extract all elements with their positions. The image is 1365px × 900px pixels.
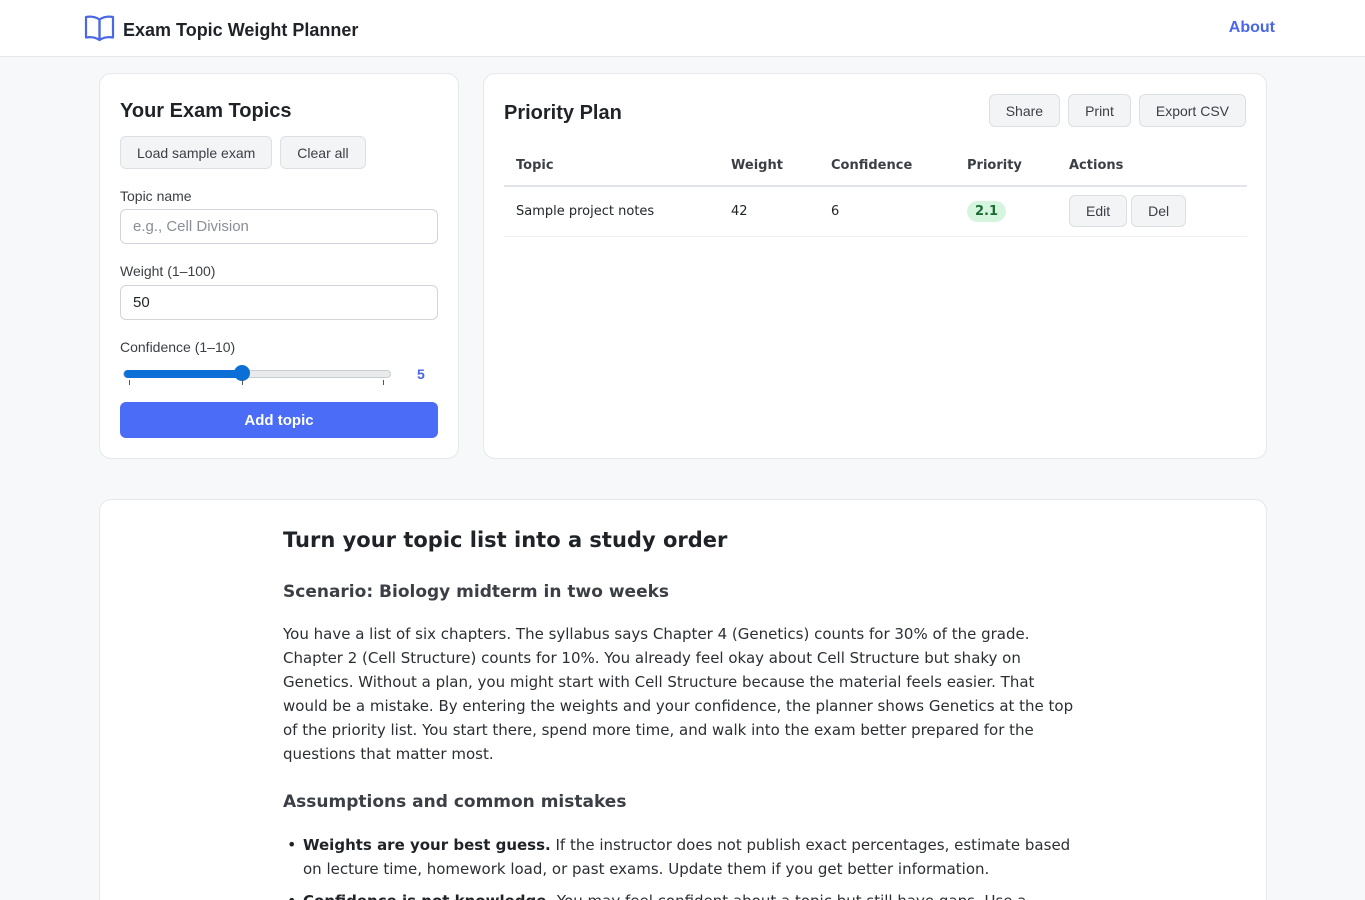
row-confidence: 6 <box>819 186 955 237</box>
slider-fill <box>124 370 244 378</box>
share-button[interactable]: Share <box>988 94 1061 127</box>
add-topic-button[interactable]: Add topic <box>120 402 438 438</box>
topics-actions: Load sample exam Clear all <box>120 136 366 169</box>
slider-tick <box>242 380 243 385</box>
guide-section: Turn your topic list into a study order … <box>99 499 1267 900</box>
table-row: Sample project notes 42 6 2.1 Edit Del <box>504 186 1247 237</box>
topic-name-label: Topic name <box>120 188 192 204</box>
assumptions-list: Weights are your best guess. If the inst… <box>283 833 1083 900</box>
row-topic: Sample project notes <box>504 186 719 237</box>
exam-topics-title: Your Exam Topics <box>120 100 292 122</box>
guide-article: Turn your topic list into a study order … <box>283 528 1083 900</box>
scenario-heading: Scenario: Biology midterm in two weeks <box>283 582 670 602</box>
row-weight: 42 <box>719 186 819 237</box>
weight-label: Weight (1–100) <box>120 263 216 279</box>
column-header-priority: Priority <box>955 146 1057 187</box>
plan-actions: Share Print Export CSV <box>988 94 1246 127</box>
priority-table: Topic Weight Confidence Priority Actions… <box>504 146 1247 237</box>
slider-tick <box>129 380 130 385</box>
slider-tick <box>383 380 384 385</box>
delete-button[interactable]: Del <box>1131 195 1187 228</box>
brand: Exam Topic Weight Planner <box>84 14 358 47</box>
app-title: Exam Topic Weight Planner <box>123 20 359 40</box>
slider-track[interactable] <box>123 370 391 378</box>
column-header-confidence: Confidence <box>819 146 955 187</box>
weight-input[interactable] <box>120 285 438 320</box>
topic-name-input[interactable] <box>120 209 438 244</box>
row-priority-cell: 2.1 <box>955 186 1057 237</box>
priority-plan-title: Priority Plan <box>504 102 622 124</box>
row-actions: Edit Del <box>1057 186 1247 237</box>
top-bar: Exam Topic Weight Planner About <box>0 0 1365 57</box>
list-item: Weights are your best guess. If the inst… <box>283 833 1083 881</box>
column-header-actions: Actions <box>1057 146 1247 187</box>
assumptions-heading: Assumptions and common mistakes <box>283 792 627 812</box>
open-book-icon <box>84 14 115 47</box>
list-item: Confidence is not knowledge. You may fee… <box>283 889 1083 900</box>
about-link[interactable]: About <box>1229 19 1275 37</box>
edit-button[interactable]: Edit <box>1069 195 1128 228</box>
column-header-weight: Weight <box>719 146 819 187</box>
priority-plan-panel: Priority Plan Share Print Export CSV Top… <box>483 73 1267 459</box>
scenario-text: You have a list of six chapters. The syl… <box>283 625 1074 763</box>
exam-topics-panel: Your Exam Topics Load sample exam Clear … <box>99 73 459 459</box>
slider-thumb[interactable] <box>234 365 251 381</box>
bullet-bold: Weights are your best guess. <box>303 836 551 854</box>
load-sample-button[interactable]: Load sample exam <box>120 136 273 169</box>
print-button[interactable]: Print <box>1068 94 1131 127</box>
bullet-bold: Confidence is not knowledge. <box>303 892 552 900</box>
column-header-topic: Topic <box>504 146 719 187</box>
confidence-slider[interactable]: 5 <box>120 365 438 389</box>
table-header-row: Topic Weight Confidence Priority Actions <box>504 146 1247 187</box>
priority-badge: 2.1 <box>967 200 1007 222</box>
export-csv-button[interactable]: Export CSV <box>1138 94 1246 127</box>
confidence-label: Confidence (1–10) <box>120 339 236 355</box>
guide-title: Turn your topic list into a study order <box>283 528 728 552</box>
confidence-value: 5 <box>417 366 425 382</box>
clear-all-button[interactable]: Clear all <box>280 136 366 169</box>
